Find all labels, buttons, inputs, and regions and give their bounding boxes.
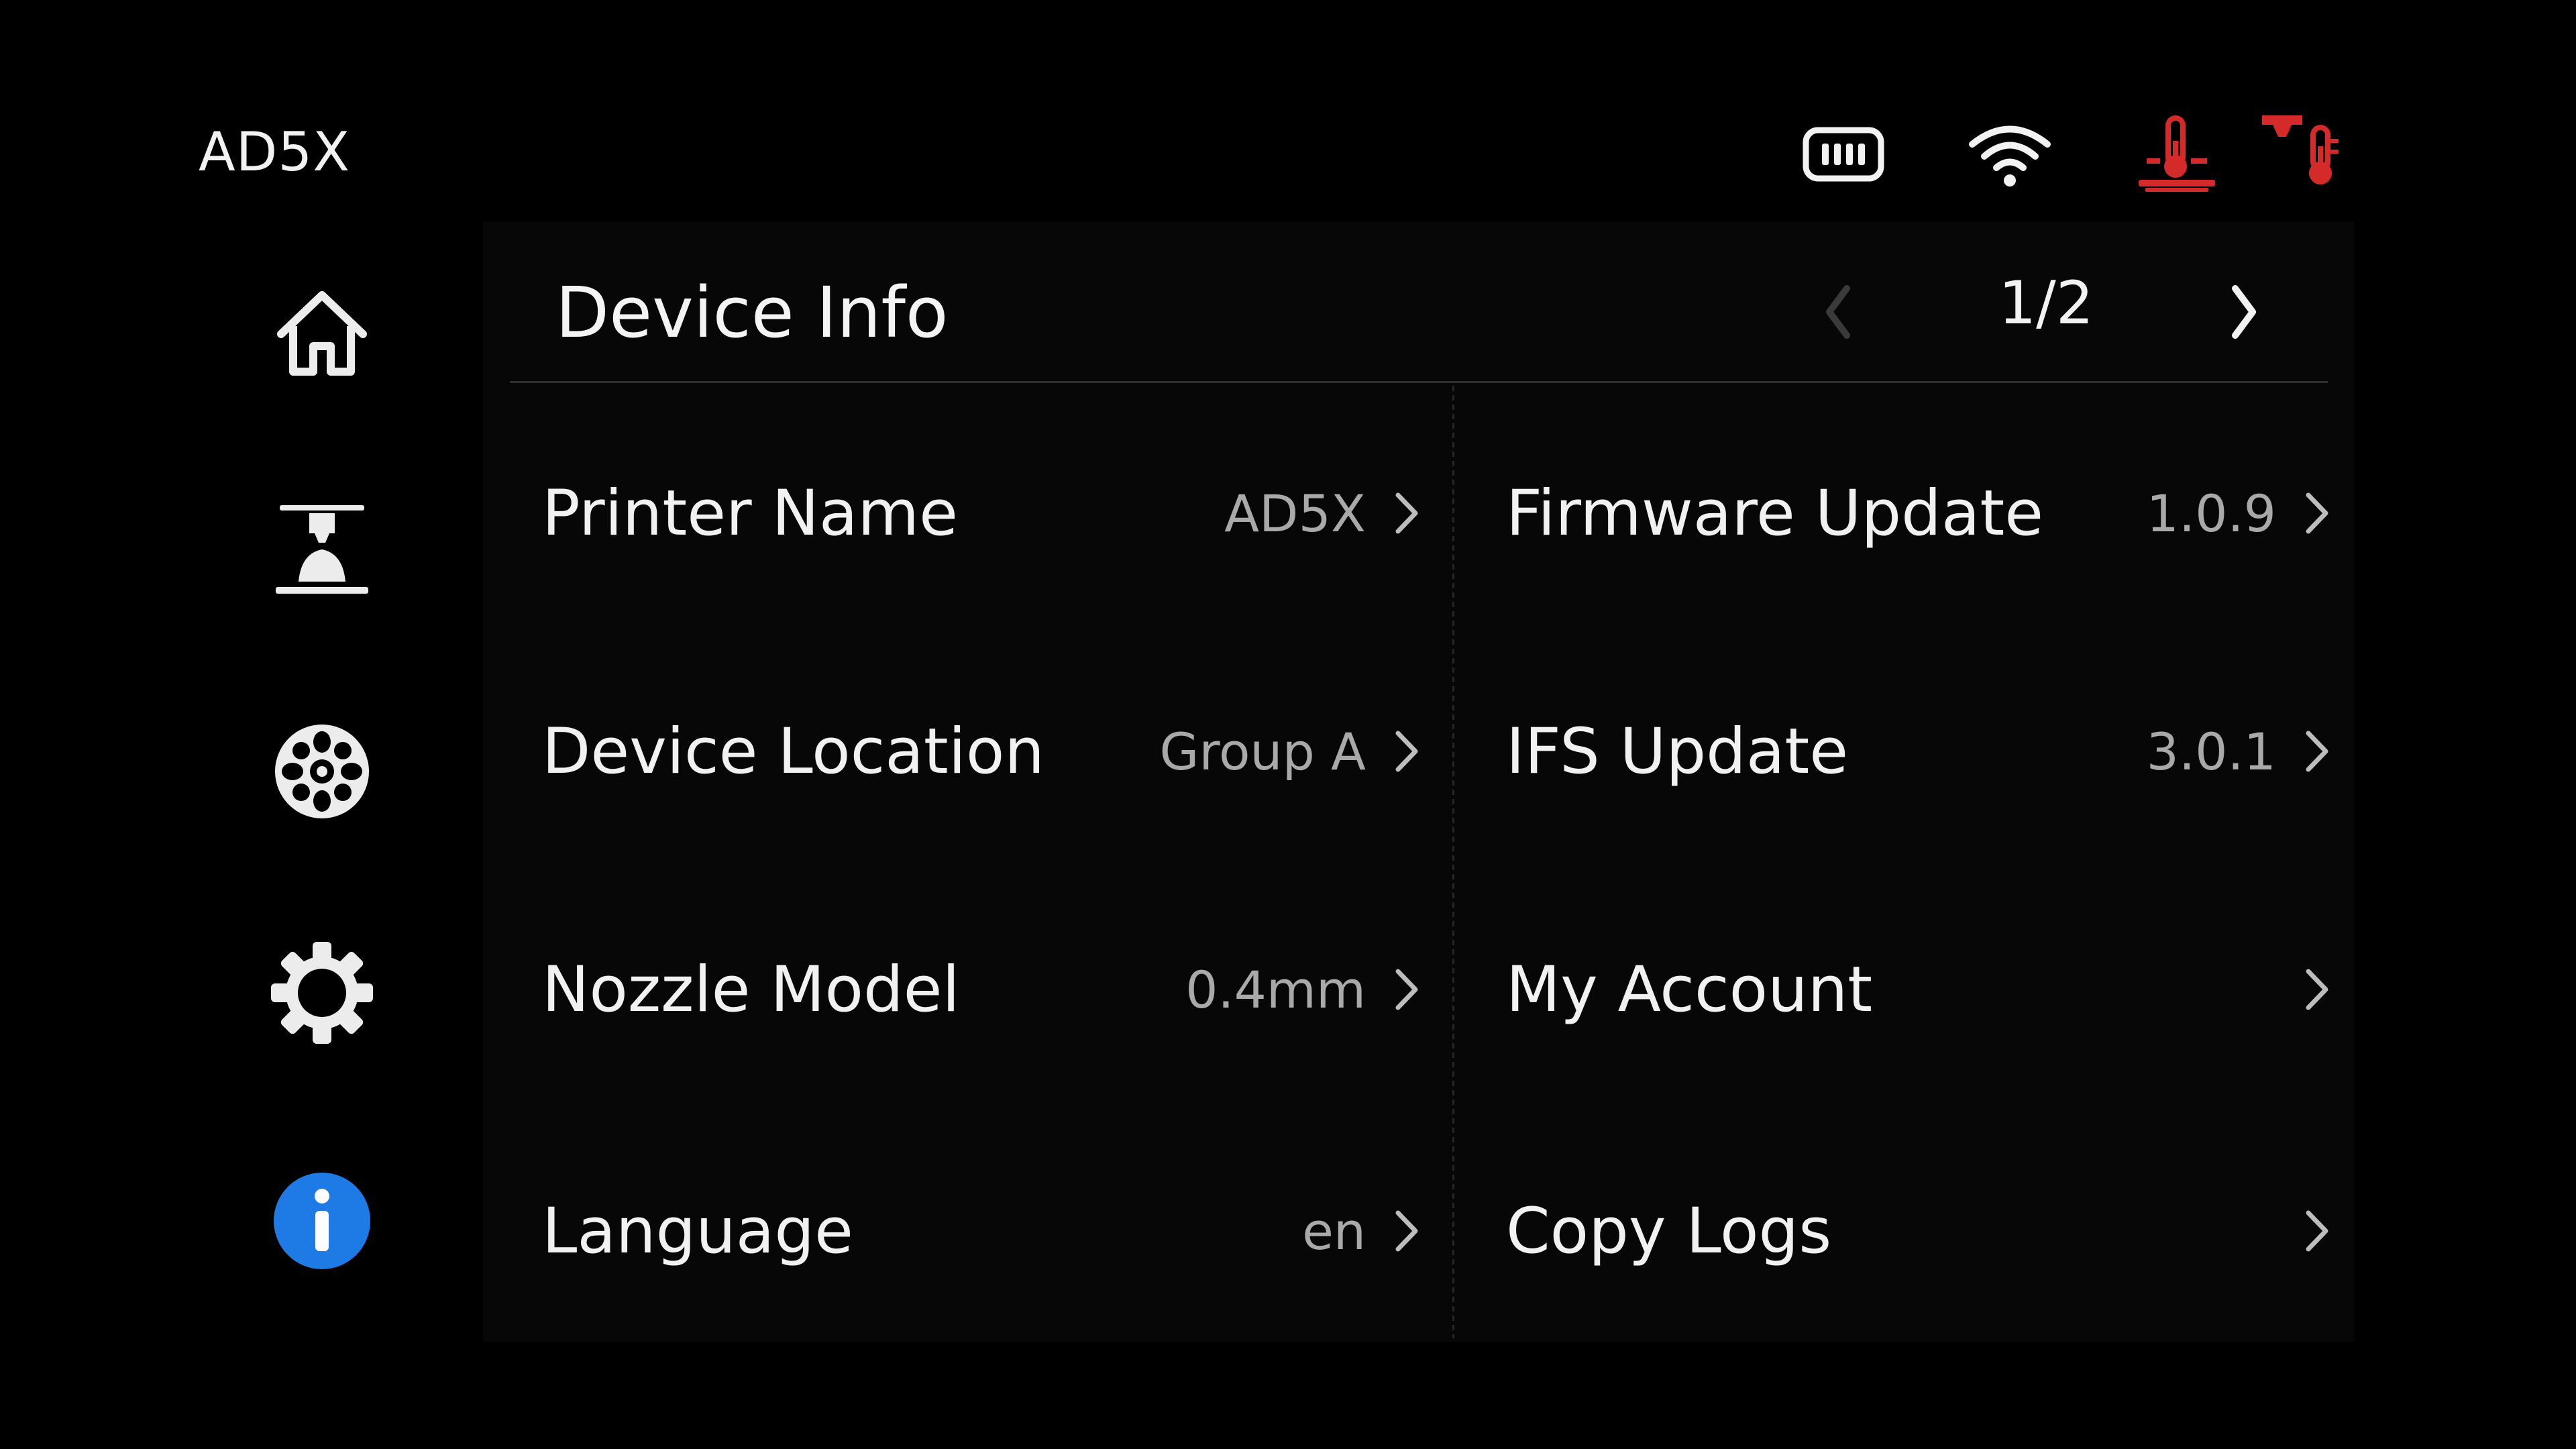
- title-divider: [510, 381, 2328, 383]
- sidebar-item-filament[interactable]: [262, 711, 382, 832]
- nozzle-model-row[interactable]: Nozzle Model 0.4mm: [542, 932, 1428, 1046]
- chevron-right-icon: [2296, 1201, 2338, 1261]
- device-name: AD5X: [199, 121, 351, 183]
- chevron-right-icon: [1386, 1201, 1428, 1261]
- previous-page-button[interactable]: [1801, 268, 1875, 356]
- sidebar-item-info[interactable]: [262, 1161, 382, 1281]
- column-divider: [1452, 386, 1454, 1338]
- next-page-button[interactable]: [2207, 268, 2281, 356]
- row-label: IFS Update: [1506, 714, 1849, 788]
- ifs-update-row[interactable]: IFS Update 3.0.1: [1506, 694, 2338, 808]
- info-icon: [274, 1173, 370, 1269]
- sidebar-item-print[interactable]: [262, 490, 382, 610]
- chevron-right-icon: [1386, 959, 1428, 1020]
- page-title: Device Info: [555, 272, 949, 354]
- chevron-right-icon: [1386, 721, 1428, 782]
- chevron-right-icon: [2296, 721, 2338, 782]
- chevron-right-icon: [2296, 959, 2338, 1020]
- row-label: Printer Name: [542, 476, 958, 550]
- row-value: 0.4mm: [1185, 959, 1366, 1020]
- sidebar-item-home[interactable]: [262, 272, 382, 393]
- device-info-panel: Device Info 1/2 Printer Name AD5X Device…: [483, 221, 2355, 1342]
- gear-icon: [271, 942, 373, 1044]
- row-value: 1.0.9: [2146, 483, 2276, 543]
- print-head-icon: [276, 505, 368, 594]
- printer-screen: AD5X Device Info 1/2 Printer Name AD5X D…: [0, 0, 2576, 1449]
- printer-name-row[interactable]: Printer Name AD5X: [542, 456, 1428, 570]
- row-value: 3.0.1: [2146, 721, 2276, 782]
- row-value: Group A: [1159, 721, 1366, 782]
- page-indicator: 1/2: [1998, 268, 2094, 337]
- wifi-icon[interactable]: [1966, 114, 2054, 195]
- my-account-row[interactable]: My Account: [1506, 932, 2338, 1046]
- row-value: AD5X: [1224, 483, 1366, 543]
- sidebar-item-settings[interactable]: [262, 932, 382, 1053]
- camera-icon[interactable]: [1802, 114, 1885, 195]
- row-label: Device Location: [542, 714, 1044, 788]
- home-icon: [277, 291, 367, 376]
- chevron-right-icon: [2296, 483, 2338, 543]
- row-label: Language: [542, 1194, 853, 1268]
- row-label: Firmware Update: [1506, 476, 2044, 550]
- filament-spool-icon: [275, 724, 369, 818]
- chevron-right-icon: [1386, 483, 1428, 543]
- bed-temperature-icon[interactable]: [2133, 114, 2220, 195]
- nozzle-temperature-icon[interactable]: [2261, 114, 2355, 195]
- language-row[interactable]: Language en: [542, 1174, 1428, 1288]
- row-label: Copy Logs: [1506, 1194, 1832, 1268]
- row-value: en: [1302, 1201, 1366, 1261]
- chevron-left-icon: [1826, 285, 1850, 339]
- chevron-right-icon: [2232, 285, 2256, 339]
- firmware-update-row[interactable]: Firmware Update 1.0.9: [1506, 456, 2338, 570]
- copy-logs-row[interactable]: Copy Logs: [1506, 1174, 2338, 1288]
- row-label: Nozzle Model: [542, 953, 960, 1026]
- row-label: My Account: [1506, 953, 1873, 1026]
- device-location-row[interactable]: Device Location Group A: [542, 694, 1428, 808]
